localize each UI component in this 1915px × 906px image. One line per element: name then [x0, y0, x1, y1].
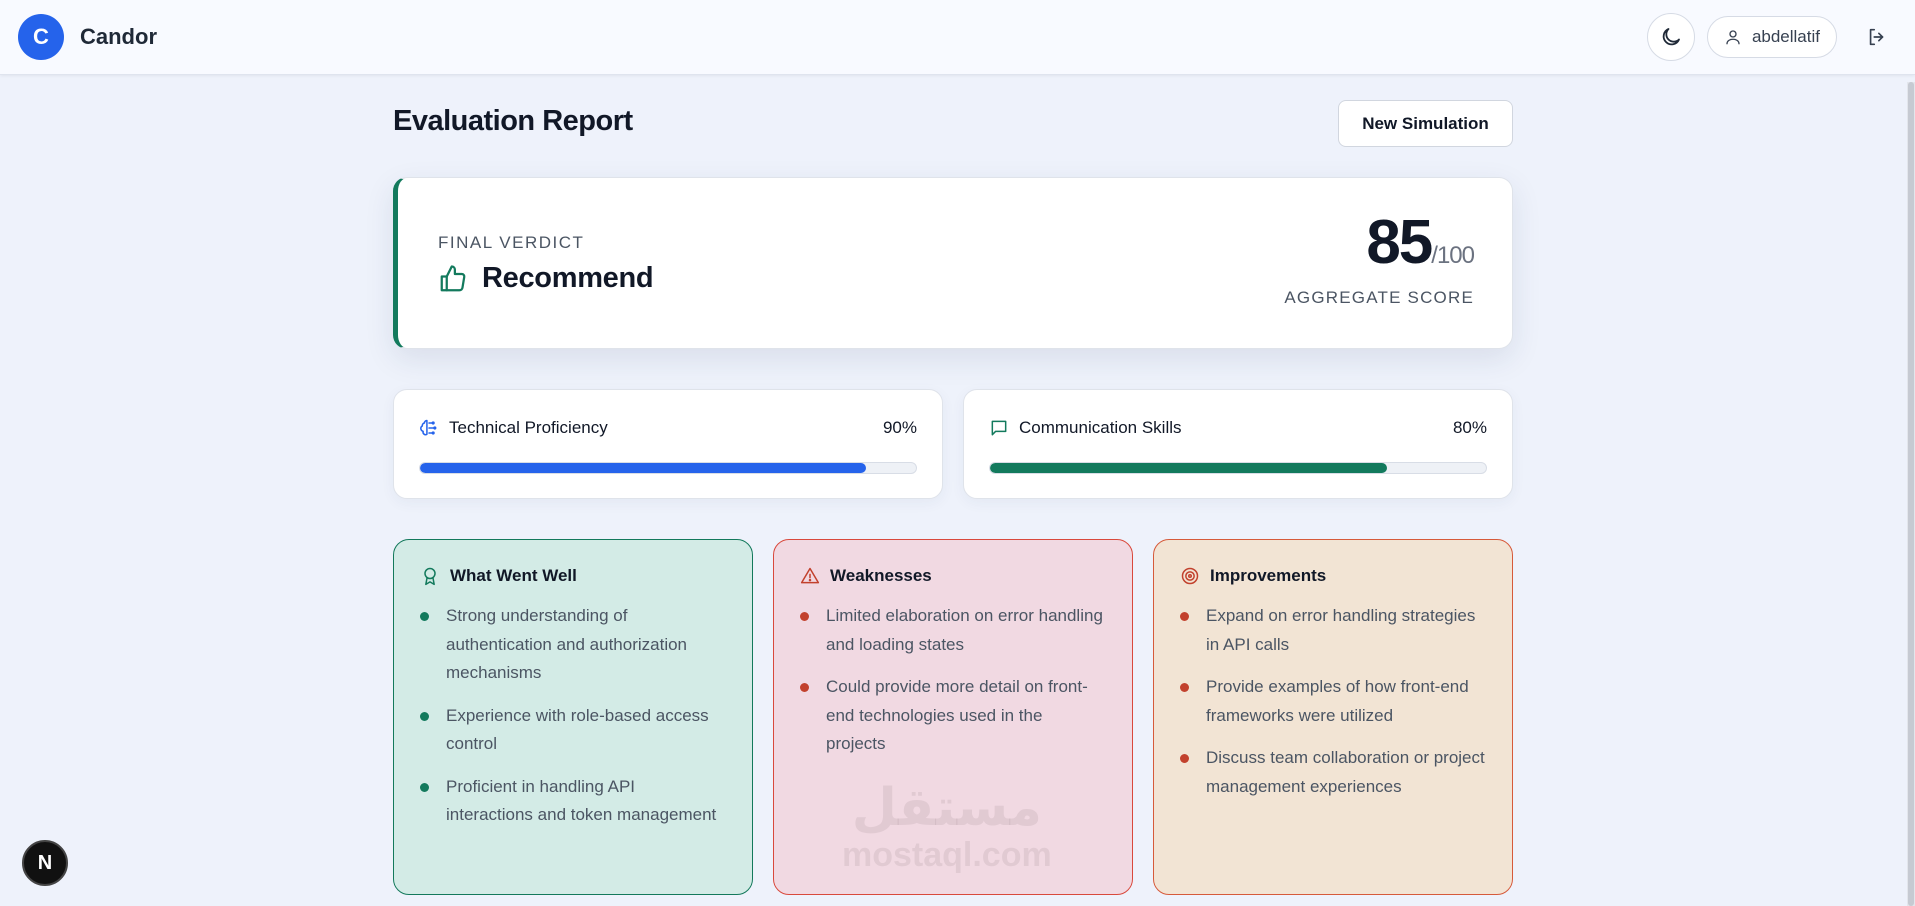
panel-title: Improvements — [1180, 566, 1486, 586]
scrollbar[interactable] — [1907, 82, 1915, 906]
progress-track — [419, 462, 917, 474]
watermark: مستقل mostaql.com — [842, 779, 1052, 875]
list-item: Strong understanding of authentication a… — [420, 602, 726, 688]
scrollbar-thumb[interactable] — [1908, 82, 1914, 906]
panel-list: Limited elaboration on error handling an… — [800, 602, 1106, 759]
list-item: Experience with role-based access contro… — [420, 702, 726, 759]
metric-percent: 90% — [882, 418, 917, 437]
progress-fill — [990, 463, 1387, 473]
score-max: /100 — [1431, 242, 1475, 269]
panel-title-label: Weaknesses — [830, 566, 932, 585]
moon-icon — [1662, 28, 1680, 46]
verdict-value: Recommend — [438, 262, 654, 295]
chat-icon — [991, 420, 1007, 436]
list-item: Could provide more detail on front-end t… — [800, 673, 1106, 759]
report-main: Evaluation Report New Simulation FINAL V… — [393, 75, 1513, 895]
verdict-card: FINAL VERDICT Recommend 85 /100 AGGREGAT… — [393, 177, 1513, 349]
verdict-text: Recommend — [482, 262, 654, 294]
panel-title: What Went Well — [420, 566, 726, 586]
thumbs-up-icon — [440, 264, 466, 291]
score-label: AGGREGATE SCORE — [1284, 288, 1474, 307]
top-header: C Candor abdellatif — [0, 0, 1915, 75]
metric-head: Technical Proficiency 90% — [419, 418, 917, 438]
list-item: Discuss team collaboration or project ma… — [1180, 744, 1486, 801]
panel-title-label: Improvements — [1210, 566, 1327, 585]
panel-improvements: Improvements Expand on error handling st… — [1153, 539, 1513, 895]
new-simulation-button[interactable]: New Simulation — [1338, 100, 1513, 147]
title-row: Evaluation Report New Simulation — [393, 75, 1513, 170]
metric-name-label: Technical Proficiency — [449, 418, 608, 437]
dev-tools-badge[interactable]: N — [22, 840, 68, 886]
progress-fill — [420, 463, 867, 473]
score-number: 85 — [1366, 208, 1433, 277]
list-item: Limited elaboration on error handling an… — [800, 602, 1106, 659]
panel-list: Expand on error handling strategies in A… — [1180, 602, 1486, 801]
watermark-latin: mostaql.com — [842, 836, 1052, 875]
score-line: 85 /100 — [1284, 208, 1475, 277]
page-title: Evaluation Report — [393, 105, 633, 137]
target-icon — [1181, 567, 1199, 585]
metric-head: Communication Skills 80% — [989, 418, 1487, 438]
aggregate-score: 85 /100 AGGREGATE SCORE — [1284, 208, 1475, 308]
panel-title: Weaknesses — [800, 566, 1106, 586]
logout-button[interactable] — [1857, 17, 1897, 57]
header-actions: abdellatif — [1646, 13, 1897, 61]
panel-title-label: What Went Well — [450, 566, 577, 585]
list-item: Expand on error handling strategies in A… — [1180, 602, 1486, 659]
panel-list: Strong understanding of authentication a… — [420, 602, 726, 830]
user-icon — [1726, 30, 1740, 45]
metric-communication-skills: Communication Skills 80% — [963, 389, 1513, 499]
list-item: Proficient in handling API interactions … — [420, 773, 726, 830]
watermark-arabic: مستقل — [851, 779, 1042, 837]
verdict-label: FINAL VERDICT — [438, 233, 585, 252]
metric-name: Technical Proficiency — [419, 418, 608, 438]
theme-toggle-button[interactable] — [1646, 13, 1695, 61]
brand-logo: C — [18, 14, 64, 60]
app-name: Candor — [80, 24, 157, 49]
metric-name: Communication Skills — [989, 418, 1182, 438]
logout-icon — [1869, 28, 1884, 46]
metric-percent: 80% — [1452, 418, 1487, 437]
list-item: Provide examples of how front-end framew… — [1180, 673, 1486, 730]
brain-icon — [420, 419, 437, 436]
metric-technical-proficiency: Technical Proficiency 90% — [393, 389, 943, 499]
progress-track — [989, 462, 1487, 474]
user-menu-button[interactable]: abdellatif — [1706, 16, 1837, 58]
username: abdellatif — [1751, 27, 1820, 46]
brand[interactable]: C Candor — [18, 14, 157, 60]
metric-name-label: Communication Skills — [1019, 418, 1182, 437]
panel-what-went-well: What Went Well Strong understanding of a… — [393, 539, 753, 895]
warning-icon — [800, 567, 820, 584]
award-icon — [424, 567, 436, 586]
metrics-row: Technical Proficiency 90% Communication … — [393, 389, 1513, 499]
